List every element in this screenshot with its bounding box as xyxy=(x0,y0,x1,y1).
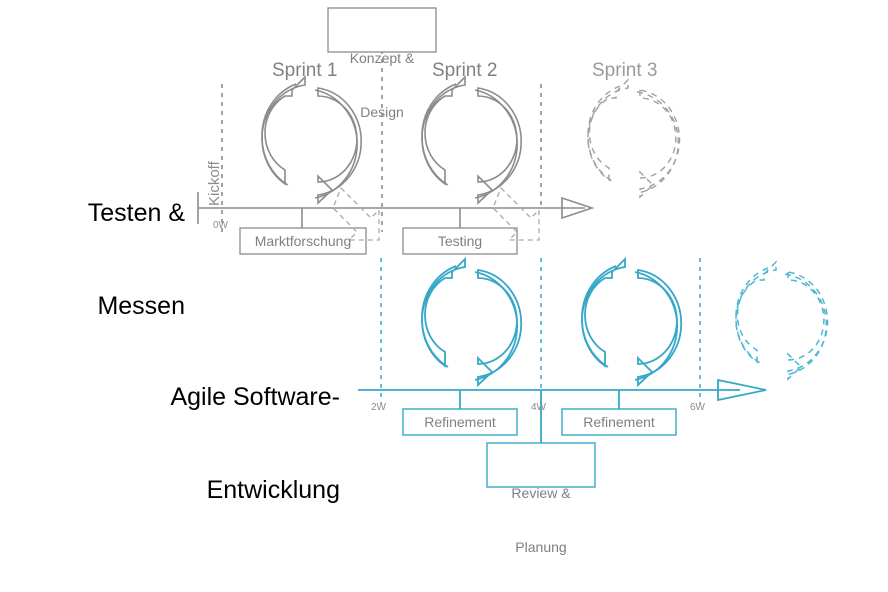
sprint3-arrow-left xyxy=(587,78,629,182)
agile3-arrow-left xyxy=(735,260,777,364)
sprint-label-3: Sprint 3 xyxy=(592,60,658,81)
cycle-icon-agile-2 xyxy=(581,256,683,388)
row-title-agile: Agile Software- Entwicklung xyxy=(100,320,340,568)
tick-label-2w: 2W xyxy=(371,402,386,413)
box-label-review-planung: Review & Planung xyxy=(487,448,595,592)
box-label-testing: Testing xyxy=(437,233,483,249)
sprint1-arc-left xyxy=(261,83,297,186)
axis-label-kickoff: Kickoff xyxy=(206,161,223,206)
box-label-konzept-design: Konzept & Design xyxy=(328,13,436,157)
box-label-review-planung-line1: Review & xyxy=(511,485,571,501)
cycle-icon-agile-3 xyxy=(735,260,829,381)
box-label-refinement-2: Refinement xyxy=(583,414,655,430)
agile3-arc-left xyxy=(735,267,769,364)
tick-label-4w: 4W xyxy=(531,402,546,413)
sprint1-arrow-left xyxy=(261,75,306,186)
tick-label-6w: 6W xyxy=(690,402,705,413)
sprint3-arc-left xyxy=(587,85,621,182)
agile1-arrow-left xyxy=(421,256,466,368)
row-title-testing-line1: Testen & xyxy=(87,199,185,227)
cycle-icon-sprint-2 xyxy=(421,75,523,205)
row-title-agile-line1: Agile Software- xyxy=(170,383,340,411)
box-label-refinement-1: Refinement xyxy=(424,414,496,430)
cycle-icon-sprint-3 xyxy=(587,78,681,199)
sprint-label-2: Sprint 2 xyxy=(432,60,498,81)
box-label-konzept-design-line2: Design xyxy=(360,104,404,120)
agile3-arrow-right xyxy=(787,271,829,381)
cycle-icon-agile-1 xyxy=(421,256,523,388)
box-label-review-planung-line2: Planung xyxy=(515,539,567,555)
agile1-arc-left xyxy=(421,265,457,368)
box-label-marktforschung: Marktforschung xyxy=(254,233,352,249)
agile2-arrow-left xyxy=(581,256,626,368)
sprint3-arrow-right xyxy=(639,89,681,199)
tick-label-0w: 0W xyxy=(213,220,228,231)
agile-timeline-diagram: Testen & Messen Agile Software- Entwickl… xyxy=(0,0,888,555)
box-label-konzept-design-line1: Konzept & xyxy=(349,50,415,66)
agile2-arc-left xyxy=(581,265,617,368)
row-title-testing-line2: Messen xyxy=(97,292,185,320)
row-title-agile-line2: Entwicklung xyxy=(206,476,340,504)
